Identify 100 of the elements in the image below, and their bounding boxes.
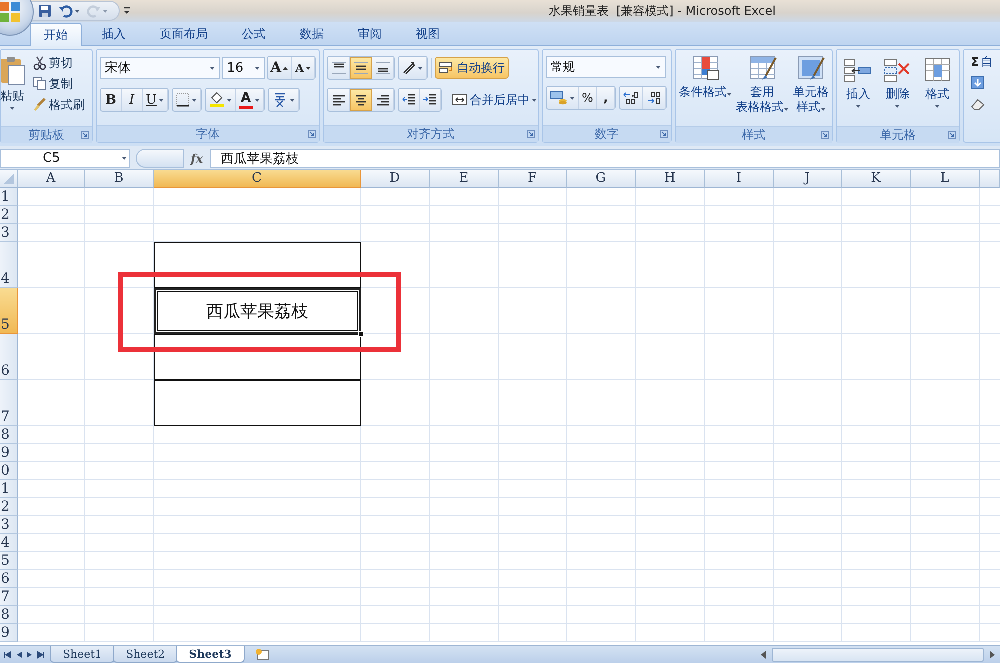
- ribbon-tab[interactable]: 审阅: [344, 23, 396, 45]
- horizontal-align-button[interactable]: [350, 89, 372, 111]
- bold-button[interactable]: B: [101, 89, 122, 111]
- column-header[interactable]: F: [499, 170, 567, 188]
- fill-handle[interactable]: [358, 331, 364, 337]
- horizontal-scrollbar[interactable]: [772, 648, 984, 662]
- vertical-align-button[interactable]: [350, 57, 372, 79]
- comma-button[interactable]: ,: [597, 87, 616, 109]
- sheet-tab[interactable]: Sheet2: [113, 646, 178, 663]
- column-header[interactable]: I: [705, 170, 774, 188]
- merge-center-button[interactable]: 合并后居中: [448, 89, 541, 111]
- column-header[interactable]: C: [154, 170, 361, 188]
- middle-align-icon: [354, 62, 368, 74]
- cells-format-button[interactable]: 格式: [920, 53, 956, 123]
- row-header[interactable]: 4: [0, 534, 18, 552]
- autosum-button[interactable]: Σ 自: [967, 52, 1000, 72]
- dialog-launcher-icon[interactable]: [660, 130, 668, 138]
- row-header[interactable]: 5: [0, 288, 18, 334]
- formula-bar-handle[interactable]: [136, 149, 184, 168]
- row-header[interactable]: 0: [0, 462, 18, 480]
- column-header[interactable]: D: [361, 170, 430, 188]
- row-header[interactable]: 5: [0, 552, 18, 570]
- row-header[interactable]: 6: [0, 334, 18, 380]
- row-header[interactable]: 7: [0, 588, 18, 606]
- caret-icon: [895, 105, 900, 108]
- cut-button[interactable]: 剪切: [29, 53, 89, 73]
- format-painter-button[interactable]: 格式刷: [29, 95, 89, 115]
- row-header[interactable]: 6: [0, 570, 18, 588]
- column-header[interactable]: K: [842, 170, 911, 188]
- first-sheet-icon[interactable]: [4, 650, 12, 658]
- merge-cells-icon: [452, 93, 468, 107]
- sheet-tab[interactable]: Sheet1: [50, 646, 116, 663]
- column-header[interactable]: G: [567, 170, 636, 188]
- cells-delete-button[interactable]: 删除: [880, 53, 916, 123]
- caret-icon: [192, 98, 197, 102]
- caret-icon: [254, 98, 260, 102]
- row-header[interactable]: 3: [0, 224, 18, 242]
- font-name-field[interactable]: 宋体: [100, 57, 220, 79]
- percent-button[interactable]: %: [579, 87, 598, 109]
- last-sheet-icon[interactable]: [37, 650, 45, 658]
- insert-function-button[interactable]: fx: [184, 149, 210, 168]
- caret-icon: [290, 98, 295, 102]
- bordered-cell[interactable]: [154, 334, 361, 380]
- previous-sheet-icon[interactable]: [15, 650, 23, 658]
- number-format-field[interactable]: 常规: [546, 56, 666, 78]
- scroll-left-icon[interactable]: [760, 650, 768, 660]
- next-sheet-icon[interactable]: [26, 650, 34, 658]
- column-header[interactable]: A: [18, 170, 85, 188]
- increase-indent-button[interactable]: [420, 89, 441, 111]
- row-header[interactable]: 9: [0, 624, 18, 642]
- copy-button[interactable]: 复制: [29, 74, 89, 94]
- row-header[interactable]: 9: [0, 444, 18, 462]
- style-button[interactable]: 套用 表格格式: [734, 53, 791, 123]
- grow-font-button[interactable]: A: [268, 57, 292, 79]
- scroll-right-icon[interactable]: [988, 650, 996, 660]
- row-header[interactable]: 2: [0, 206, 18, 224]
- formula-field[interactable]: 西瓜苹果荔枝: [210, 149, 1000, 168]
- wrap-text-icon: [439, 61, 455, 75]
- row-header[interactable]: 8: [0, 426, 18, 444]
- row-header[interactable]: 2: [0, 498, 18, 516]
- dialog-launcher-icon[interactable]: [308, 130, 316, 138]
- ribbon-tab[interactable]: 插入: [88, 23, 140, 45]
- name-box[interactable]: C5: [0, 149, 130, 168]
- dialog-launcher-icon[interactable]: [948, 131, 956, 139]
- caret-icon: [254, 66, 260, 70]
- column-header[interactable]: B: [85, 170, 154, 188]
- ribbon-tab[interactable]: 数据: [286, 23, 338, 45]
- font-size-field[interactable]: 16: [222, 57, 265, 79]
- wrap-text-button[interactable]: 自动换行: [435, 57, 509, 79]
- paste-button[interactable]: 粘贴: [0, 53, 26, 123]
- row-header[interactable]: 1: [0, 188, 18, 206]
- caret-icon: [935, 105, 940, 108]
- bordered-cell[interactable]: [154, 380, 361, 426]
- cells-insert-button[interactable]: 插入: [840, 53, 876, 123]
- column-header[interactable]: H: [636, 170, 705, 188]
- ribbon-tab[interactable]: 视图: [402, 23, 454, 45]
- italic-button[interactable]: I: [122, 89, 143, 111]
- ribbon-tab[interactable]: 页面布局: [146, 23, 222, 45]
- style-button[interactable]: 条件格式: [677, 53, 734, 123]
- dialog-launcher-icon[interactable]: [527, 130, 535, 138]
- column-header[interactable]: L: [911, 170, 980, 188]
- row-header[interactable]: 3: [0, 516, 18, 534]
- dialog-launcher-icon[interactable]: [81, 131, 89, 139]
- ribbon-tab[interactable]: 公式: [228, 23, 280, 45]
- ribbon-tab[interactable]: 开始: [30, 23, 82, 46]
- sheet-tab[interactable]: Sheet3: [176, 646, 245, 663]
- shrink-font-button[interactable]: A: [292, 57, 315, 79]
- copy-icon: [33, 77, 47, 91]
- row-header[interactable]: 7: [0, 380, 18, 426]
- underline-button[interactable]: U: [143, 89, 168, 111]
- row-header[interactable]: 1: [0, 480, 18, 498]
- customize-icon: [123, 7, 131, 15]
- active-cell[interactable]: 西瓜苹果荔枝: [154, 288, 361, 334]
- row-header[interactable]: 8: [0, 606, 18, 624]
- row-header[interactable]: 4: [0, 242, 18, 288]
- bordered-cell[interactable]: [154, 242, 361, 288]
- style-button[interactable]: 单元格 样式: [791, 53, 831, 123]
- column-header[interactable]: J: [774, 170, 842, 188]
- dialog-launcher-icon[interactable]: [821, 131, 829, 139]
- column-header[interactable]: E: [430, 170, 499, 188]
